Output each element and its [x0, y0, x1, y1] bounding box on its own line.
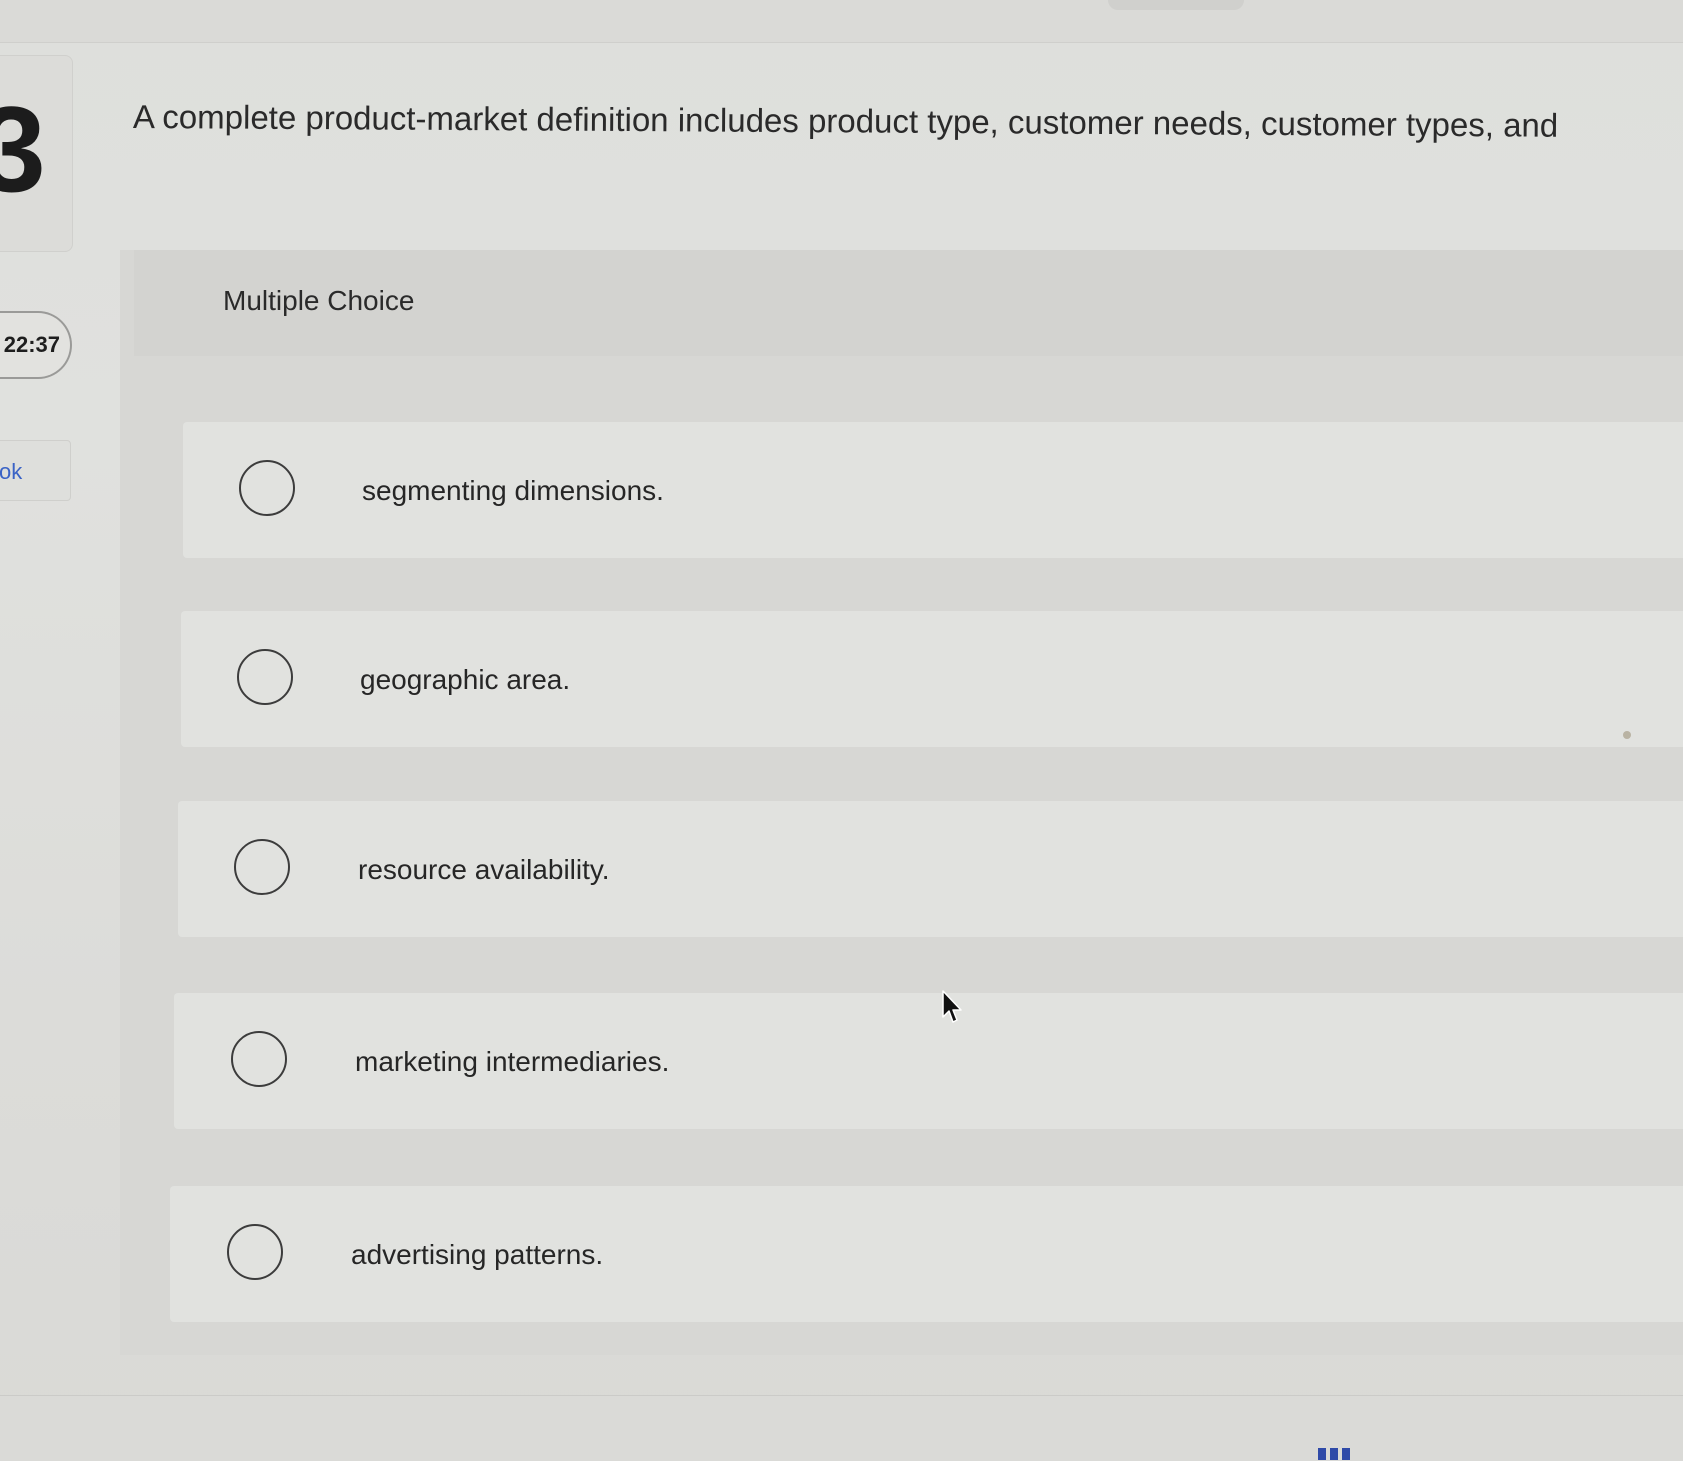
timer-badge: 22:37: [0, 311, 72, 379]
choice-row[interactable]: advertising patterns.: [170, 1186, 1683, 1322]
mouse-pointer-icon: [942, 990, 962, 1023]
choice-label: segmenting dimensions.: [362, 475, 664, 506]
choice-label: marketing intermediaries.: [355, 1046, 670, 1077]
choice-row[interactable]: resource availability.: [178, 801, 1683, 937]
radio-button-icon[interactable]: [237, 649, 293, 705]
multiple-choice-label: Multiple Choice: [223, 285, 415, 316]
radio-button-icon[interactable]: [231, 1031, 287, 1087]
bottom-nav-indicator: [1318, 1448, 1354, 1460]
radio-button-icon[interactable]: [239, 460, 295, 516]
question-number: 3: [0, 81, 46, 217]
top-toolbar: [0, 0, 1683, 43]
radio-button-icon[interactable]: [227, 1224, 283, 1280]
choice-label: geographic area.: [360, 664, 571, 695]
top-tab-handle[interactable]: [1108, 0, 1244, 10]
choice-row[interactable]: geographic area.: [181, 611, 1683, 747]
choice-label: advertising patterns.: [351, 1239, 604, 1270]
choice-label: resource availability.: [358, 854, 610, 885]
bottom-navigation-bar: [0, 1395, 1683, 1461]
screen-speck: [1623, 731, 1631, 739]
sidebar-link[interactable]: ok: [0, 440, 71, 501]
choice-row[interactable]: segmenting dimensions.: [183, 422, 1683, 558]
choice-row[interactable]: marketing intermediaries.: [174, 993, 1683, 1129]
radio-button-icon[interactable]: [234, 839, 290, 895]
